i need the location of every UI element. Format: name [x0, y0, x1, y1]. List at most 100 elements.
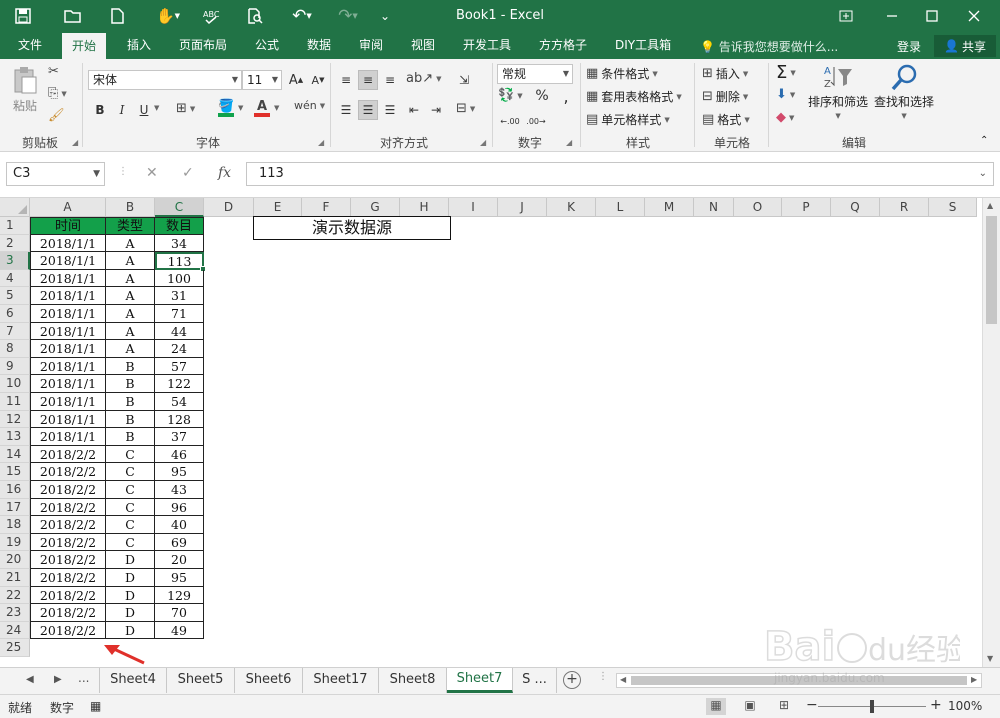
table-cell[interactable]: A: [106, 287, 155, 305]
row-header-18[interactable]: 18: [0, 516, 30, 534]
row-header-23[interactable]: 23: [0, 604, 30, 622]
row-header-15[interactable]: 15: [0, 463, 30, 481]
column-header-k[interactable]: K: [547, 198, 596, 217]
row-header-5[interactable]: 5: [0, 287, 30, 305]
table-cell[interactable]: 44: [155, 322, 204, 341]
table-cell[interactable]: 2018/1/1: [30, 393, 106, 411]
table-cell[interactable]: 24: [155, 340, 204, 358]
table-cell[interactable]: 57: [155, 357, 204, 376]
table-cell[interactable]: 2018/2/2: [30, 551, 106, 569]
tab-formulas[interactable]: 公式: [245, 33, 289, 59]
decrease-decimal-icon[interactable]: .00→: [526, 111, 546, 131]
row-header-2[interactable]: 2: [0, 234, 30, 253]
cell-styles-button[interactable]: ▤ 单元格样式 ▼: [586, 111, 670, 128]
row-header-3[interactable]: 3: [0, 252, 30, 270]
table-cell[interactable]: C: [106, 481, 155, 499]
sheet-tab[interactable]: Sheet6: [235, 668, 303, 693]
active-cell[interactable]: 113: [155, 252, 204, 270]
table-cell[interactable]: B: [106, 357, 155, 376]
table-cell[interactable]: 54: [155, 393, 204, 411]
tab-home[interactable]: 开始: [62, 33, 107, 59]
touch-mode-icon[interactable]: ✋ ▼: [150, 4, 186, 28]
table-cell[interactable]: D: [106, 569, 155, 587]
table-cell[interactable]: 122: [155, 375, 204, 393]
phonetic-icon[interactable]: wén ▼: [294, 100, 325, 111]
table-header-cell[interactable]: 类型: [106, 217, 155, 235]
column-header-i[interactable]: I: [449, 198, 498, 217]
tab-file[interactable]: 文件: [8, 33, 52, 59]
table-header-cell[interactable]: 时间: [30, 217, 106, 235]
decrease-font-icon[interactable]: A ▼: [308, 70, 328, 90]
autosum-icon[interactable]: Σ ▼: [776, 62, 796, 83]
wrap-text-icon[interactable]: ⇲: [454, 70, 474, 90]
table-cell[interactable]: 95: [155, 463, 204, 481]
merge-center-icon[interactable]: ⊟ ▼: [456, 102, 475, 115]
table-header-cell[interactable]: 数目: [155, 217, 204, 235]
table-cell[interactable]: C: [106, 445, 155, 464]
number-format-combo[interactable]: 常规 ▼: [497, 64, 573, 84]
font-launcher-icon[interactable]: ◢: [318, 138, 324, 147]
find-select-button[interactable]: 查找和选择 ▼: [874, 63, 934, 120]
table-cell[interactable]: 2018/1/1: [30, 357, 106, 376]
formula-input[interactable]: 113 ⌄: [246, 162, 994, 186]
tell-me-search[interactable]: 💡 告诉我您想要做什么...: [700, 38, 838, 55]
row-header-11[interactable]: 11: [0, 393, 30, 411]
insert-cells-button[interactable]: ⊞ 插入 ▼: [702, 65, 748, 82]
table-cell[interactable]: 2018/2/2: [30, 621, 106, 640]
table-cell[interactable]: B: [106, 410, 155, 429]
borders-icon[interactable]: ⊞ ▼: [176, 102, 195, 115]
column-header-e[interactable]: E: [254, 198, 302, 217]
row-header-12[interactable]: 12: [0, 410, 30, 429]
font-color-dropdown-icon[interactable]: ▼: [274, 104, 279, 112]
table-cell[interactable]: 37: [155, 428, 204, 446]
expand-formula-icon[interactable]: ⌄: [979, 163, 987, 185]
column-header-f[interactable]: F: [302, 198, 351, 217]
delete-cells-button[interactable]: ⊟ 删除 ▼: [702, 88, 748, 105]
table-cell[interactable]: A: [106, 269, 155, 288]
tab-developer[interactable]: 开发工具: [453, 33, 521, 59]
table-cell[interactable]: B: [106, 428, 155, 446]
demo-source-label[interactable]: 演示数据源: [253, 216, 451, 240]
table-cell[interactable]: D: [106, 621, 155, 640]
table-cell[interactable]: D: [106, 604, 155, 622]
table-cell[interactable]: 2018/1/1: [30, 252, 106, 270]
column-header-n[interactable]: N: [694, 198, 734, 217]
table-cell[interactable]: B: [106, 393, 155, 411]
table-cell[interactable]: 2018/1/1: [30, 269, 106, 288]
table-cell[interactable]: 40: [155, 516, 204, 534]
table-cell[interactable]: 2018/2/2: [30, 604, 106, 622]
macro-record-icon[interactable]: ▦: [90, 699, 101, 713]
sort-filter-button[interactable]: AZ 排序和筛选 ▼: [808, 63, 868, 120]
font-size-combo[interactable]: 11 ▼: [242, 70, 282, 90]
table-cell[interactable]: C: [106, 463, 155, 481]
format-cells-button[interactable]: ▤ 格式 ▼: [702, 111, 750, 128]
fill-icon[interactable]: ⬇ ▼: [776, 88, 795, 101]
table-cell[interactable]: D: [106, 551, 155, 569]
name-box[interactable]: C3 ▼: [6, 162, 105, 186]
column-header-m[interactable]: M: [645, 198, 694, 217]
row-header-21[interactable]: 21: [0, 569, 30, 587]
table-cell[interactable]: A: [106, 234, 155, 253]
tab-diy-toolbox[interactable]: DIY工具箱: [605, 33, 681, 59]
customize-qat-icon[interactable]: ⌄: [376, 4, 394, 28]
new-icon[interactable]: [104, 4, 130, 28]
table-cell[interactable]: 70: [155, 604, 204, 622]
increase-decimal-icon[interactable]: ←.00: [500, 111, 520, 131]
collapse-ribbon-icon[interactable]: ⌃: [980, 135, 988, 146]
zoom-slider-thumb[interactable]: [870, 700, 874, 713]
fill-color-icon[interactable]: 🪣: [218, 100, 234, 117]
underline-dropdown-icon[interactable]: ▼: [154, 104, 159, 112]
column-header-o[interactable]: O: [734, 198, 782, 217]
tab-split-grip-icon[interactable]: ⋮: [598, 671, 608, 682]
column-header-b[interactable]: B: [106, 198, 155, 217]
table-cell[interactable]: 2018/1/1: [30, 428, 106, 446]
table-cell[interactable]: 49: [155, 621, 204, 640]
align-center-icon[interactable]: ☰: [358, 100, 378, 120]
row-header-13[interactable]: 13: [0, 428, 30, 446]
table-cell[interactable]: 100: [155, 269, 204, 288]
increase-indent-icon[interactable]: ⇥: [426, 100, 446, 120]
table-cell[interactable]: 2018/1/1: [30, 340, 106, 358]
sheet-tab[interactable]: Sheet4: [99, 668, 167, 693]
table-cell[interactable]: 2018/2/2: [30, 463, 106, 481]
tab-view[interactable]: 视图: [401, 33, 445, 59]
